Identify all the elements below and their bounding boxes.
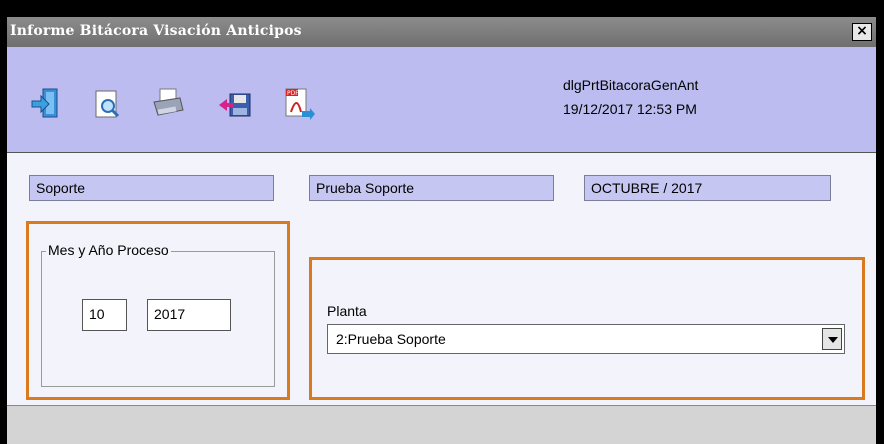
pdf-export-icon[interactable]: PDF <box>280 86 316 122</box>
dialog-name: dlgPrtBitacoraGenAnt <box>563 77 699 93</box>
window-title: Informe Bitácora Visación Anticipos <box>10 23 302 39</box>
plant-select[interactable]: 2:Prueba Soporte <box>327 324 845 354</box>
preview-icon[interactable] <box>90 86 126 122</box>
process-group-title: Mes y Año Proceso <box>46 242 171 258</box>
print-icon[interactable] <box>150 86 186 122</box>
status-bar <box>7 405 876 444</box>
report-dialog: Informe Bitácora Visación Anticipos × PD… <box>7 17 876 444</box>
month-input[interactable]: 10 <box>82 299 127 331</box>
form-area: Soporte Prueba Soporte OCTUBRE / 2017 Me… <box>7 153 876 405</box>
datetime-label: 19/12/2017 12:53 PM <box>563 101 697 117</box>
plant-select-value: 2:Prueba Soporte <box>336 331 446 347</box>
close-button[interactable]: × <box>852 23 872 41</box>
save-icon[interactable] <box>217 86 253 122</box>
user-field: Soporte <box>29 175 274 201</box>
title-bar[interactable]: Informe Bitácora Visación Anticipos × <box>7 17 876 47</box>
toolbar: PDF dlgPrtBitacoraGenAnt 19/12/2017 12:5… <box>7 47 876 153</box>
plant-label: Planta <box>327 303 367 319</box>
period-field: OCTUBRE / 2017 <box>584 175 831 201</box>
exit-icon[interactable] <box>29 86 65 122</box>
year-input[interactable]: 2017 <box>147 299 231 331</box>
company-field: Prueba Soporte <box>309 175 554 201</box>
svg-text:PDF: PDF <box>287 90 299 97</box>
chevron-down-icon[interactable] <box>822 328 842 350</box>
